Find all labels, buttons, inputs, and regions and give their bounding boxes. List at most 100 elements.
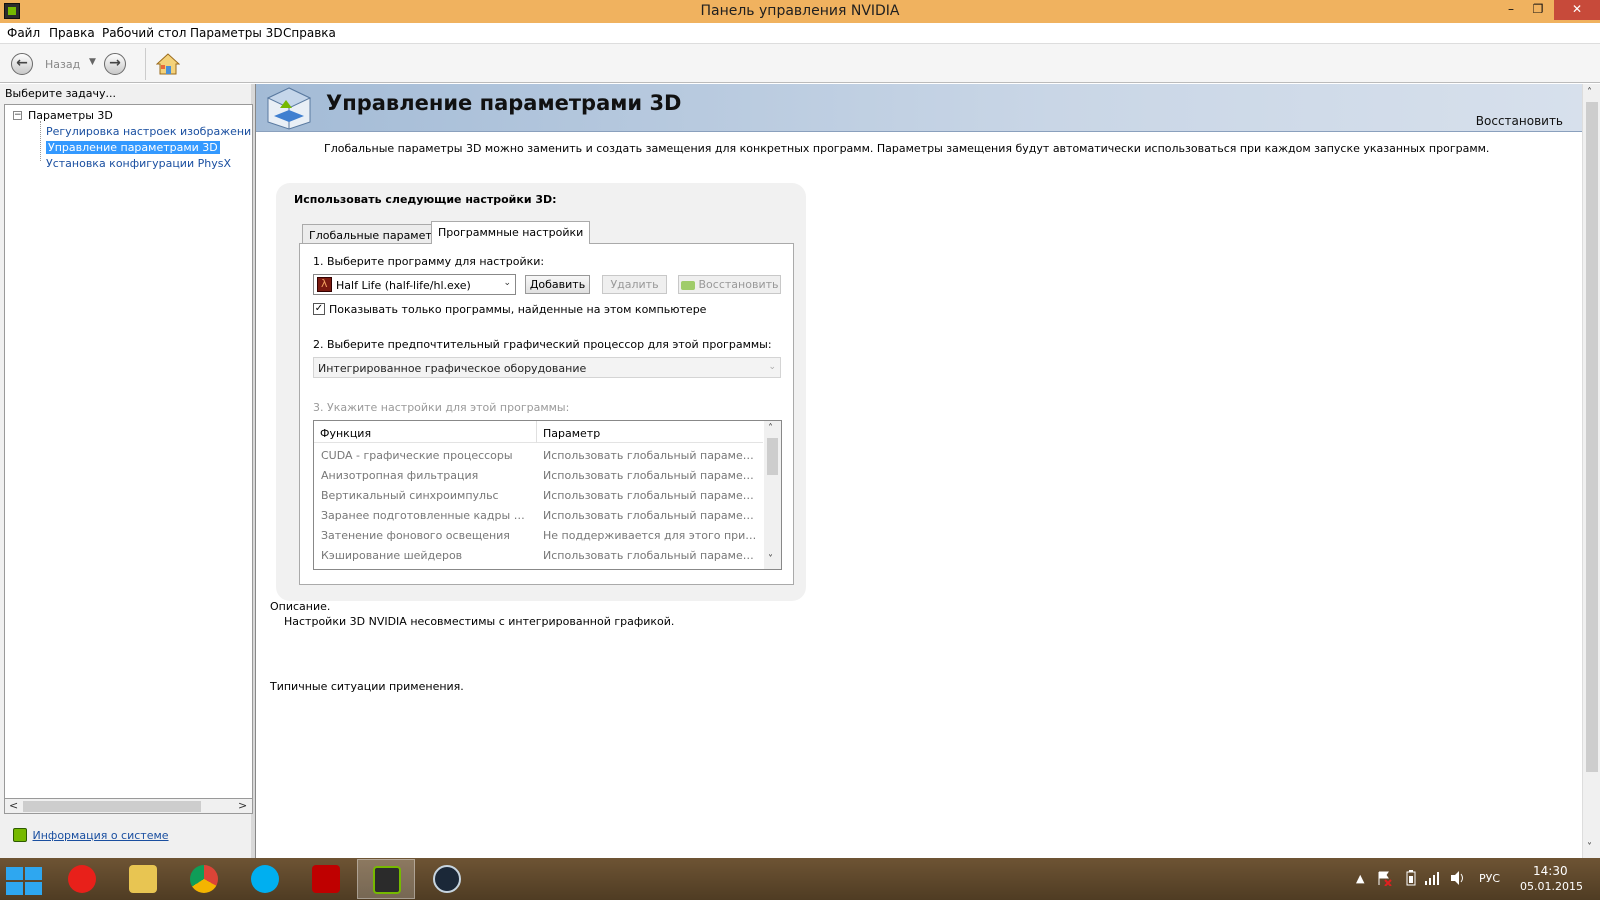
tree-horizontal-scrollbar[interactable]: < >: [4, 798, 253, 814]
row-setting: Использовать глобальный параметр (В...: [543, 549, 757, 562]
toolbar: ← Назад ▼ →: [0, 43, 1600, 83]
program-select[interactable]: Half Life (half-life/hl.exe) ⌄: [313, 274, 516, 295]
restore-program-button[interactable]: Восстановить: [678, 275, 781, 294]
usage-title: Типичные ситуации применения.: [270, 680, 464, 693]
scroll-thumb[interactable]: [1586, 102, 1598, 772]
add-program-button[interactable]: Добавить: [525, 275, 590, 294]
forward-button[interactable]: →: [104, 53, 126, 75]
row-setting: Использовать глобальный параметр (В...: [543, 469, 757, 482]
taskbar-nvidia-control-panel[interactable]: [357, 859, 415, 899]
scroll-left-icon[interactable]: <: [9, 799, 18, 812]
menu-help[interactable]: Справка: [283, 26, 336, 40]
restore-defaults-link[interactable]: Восстановить: [1476, 114, 1563, 128]
scroll-right-icon[interactable]: >: [238, 799, 247, 812]
table-vertical-scrollbar[interactable]: ˄ ˅: [764, 421, 781, 569]
history-dropdown-icon[interactable]: ▼: [89, 57, 96, 67]
chevron-down-icon: ⌄: [503, 278, 511, 288]
program-select-value: Half Life (half-life/hl.exe): [336, 279, 471, 292]
scroll-up-icon[interactable]: ˄: [1587, 87, 1592, 98]
nvidia-logo-icon: [680, 280, 695, 290]
column-feature[interactable]: Функция: [320, 427, 371, 440]
scroll-thumb[interactable]: [23, 801, 201, 812]
windows-start-icon[interactable]: [4, 866, 42, 895]
3d-settings-icon: [266, 87, 312, 130]
table-header: Функция Параметр: [314, 421, 763, 443]
task-tree: − Параметры 3D Регулировка настроек изоб…: [4, 104, 253, 800]
table-row[interactable]: Вертикальный синхроимпульс Использовать г…: [314, 486, 763, 506]
maximize-button[interactable]: ❐: [1524, 0, 1552, 20]
clock-date[interactable]: 05.01.2015: [1520, 880, 1583, 893]
gpu-select-value: Интегрированное графическое оборудование: [318, 362, 587, 375]
scroll-down-icon[interactable]: ˅: [1587, 842, 1592, 853]
file-explorer-icon: [129, 865, 157, 893]
filezilla-icon: [312, 865, 340, 893]
taskbar-skype[interactable]: [236, 859, 294, 899]
row-feature: CUDA - графические процессоры: [321, 449, 513, 462]
title-bar: Панель управления NVIDIA – ❐ ✕: [0, 0, 1600, 23]
collapse-icon[interactable]: −: [13, 111, 22, 120]
scroll-down-icon[interactable]: ˅: [768, 554, 773, 565]
back-button[interactable]: ←: [11, 53, 33, 75]
show-found-programs-checkbox[interactable]: ✓: [313, 303, 325, 315]
tree-item-image-settings[interactable]: Регулировка настроек изображения с пр: [46, 125, 252, 138]
main-vertical-scrollbar[interactable]: ˄ ˅: [1582, 84, 1600, 858]
page-banner: Управление параметрами 3D Восстановить: [256, 84, 1582, 132]
taskbar: ▲ РУС 14:30 05.01.2015: [0, 858, 1600, 900]
tree-connector: [40, 121, 41, 161]
menu-desktop[interactable]: Рабочий стол: [102, 26, 186, 40]
half-life-icon: [317, 277, 332, 292]
row-setting: Использовать глобальный параметр (Все): [543, 449, 757, 462]
toolbar-separator: [145, 48, 146, 80]
settings-group-title: Использовать следующие настройки 3D:: [294, 193, 557, 206]
taskbar-yandex-browser[interactable]: [53, 859, 111, 899]
row-setting: Использовать глобальный параметр (В...: [543, 489, 757, 502]
table-row[interactable]: Кэширование шейдеров Использовать глобаль…: [314, 546, 763, 566]
tree-item-manage-3d[interactable]: Управление параметрами 3D: [46, 141, 220, 154]
taskbar-chrome[interactable]: [175, 859, 233, 899]
table-row[interactable]: Заранее подготовленные кадры вирту... Исп…: [314, 506, 763, 526]
row-setting: Не поддерживается для этого приложе...: [543, 529, 757, 542]
tab-program-settings[interactable]: Программные настройки: [431, 221, 591, 244]
step1-label: 1. Выберите программу для настройки:: [313, 255, 545, 268]
column-setting[interactable]: Параметр: [543, 427, 600, 440]
main-content: Управление параметрами 3D Восстановить Г…: [255, 84, 1582, 858]
row-feature: Кэширование шейдеров: [321, 549, 463, 562]
menu-edit[interactable]: Правка: [49, 26, 95, 40]
input-language[interactable]: РУС: [1479, 872, 1500, 885]
table-row[interactable]: Анизотропная фильтрация Использовать глоб…: [314, 466, 763, 486]
program-settings-table: Функция Параметр CUDA - графические проц…: [313, 420, 782, 570]
menu-file[interactable]: Файл: [7, 26, 40, 40]
remove-program-button[interactable]: Удалить: [602, 275, 667, 294]
battery-icon[interactable]: [1406, 870, 1416, 886]
scroll-thumb[interactable]: [767, 438, 778, 475]
taskbar-file-explorer[interactable]: [114, 859, 172, 899]
back-arrow-icon: ←: [16, 55, 28, 71]
tray-overflow-icon[interactable]: ▲: [1356, 872, 1364, 900]
taskbar-steam[interactable]: [418, 859, 476, 899]
home-icon[interactable]: [156, 53, 180, 75]
menu-bar: Файл Правка Рабочий стол Параметры 3D Сп…: [0, 23, 1600, 43]
system-info-link[interactable]: Информация о системе: [33, 829, 169, 842]
settings-group: Использовать следующие настройки 3D: Гло…: [276, 183, 806, 601]
taskbar-filezilla[interactable]: [297, 859, 355, 899]
system-info-icon: [13, 828, 27, 842]
table-row[interactable]: Затенение фонового освещения Не поддержив…: [314, 526, 763, 546]
show-found-programs-label[interactable]: Показывать только программы, найденные н…: [329, 303, 706, 316]
table-row[interactable]: CUDA - графические процессоры Использоват…: [314, 446, 763, 466]
scroll-up-icon[interactable]: ˄: [768, 423, 773, 434]
intro-text: Глобальные параметры 3D можно заменить и…: [324, 142, 1490, 155]
clock-time[interactable]: 14:30: [1533, 864, 1568, 878]
volume-icon[interactable]: [1449, 870, 1467, 886]
row-setting: Использовать глобальный параметр (1): [543, 509, 757, 522]
step2-label: 2. Выберите предпочтительный графический…: [313, 338, 772, 351]
close-button[interactable]: ✕: [1554, 0, 1600, 20]
back-label[interactable]: Назад: [45, 58, 80, 71]
tree-item-physx[interactable]: Установка конфигурации PhysX: [46, 157, 231, 170]
action-center-flag-icon[interactable]: [1376, 870, 1392, 886]
gpu-select[interactable]: Интегрированное графическое оборудование…: [313, 357, 781, 378]
menu-3d-settings[interactable]: Параметры 3D: [190, 26, 283, 40]
program-settings-panel: 1. Выберите программу для настройки: Hal…: [299, 243, 794, 585]
minimize-button[interactable]: –: [1497, 0, 1525, 20]
nvidia-icon: [373, 866, 401, 894]
network-signal-icon[interactable]: [1424, 870, 1440, 886]
